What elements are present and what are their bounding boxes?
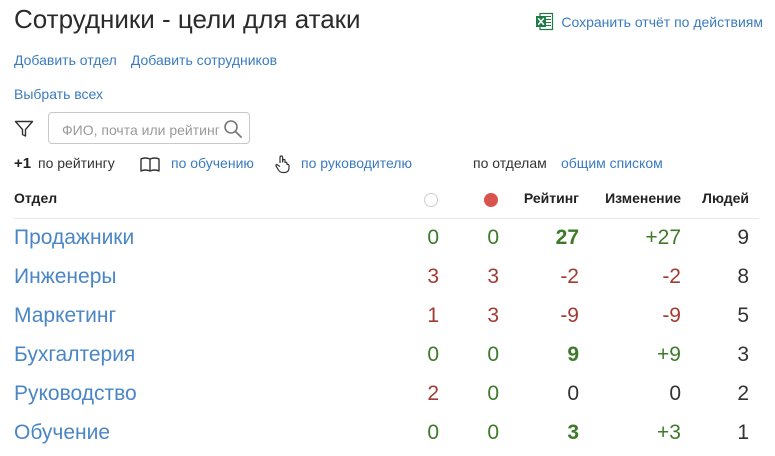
table-row[interactable]: Бухгалтерия 0 0 9 +9 3: [14, 339, 759, 378]
sort-bar: +1 по рейтингу по обучению по руководите…: [14, 155, 764, 175]
table-row[interactable]: Продажники 0 0 27 +27 9: [14, 222, 759, 261]
count-col1: 3: [427, 265, 439, 288]
header-rating[interactable]: Рейтинг: [524, 190, 579, 206]
book-icon: [140, 156, 160, 174]
group-general-list[interactable]: общим списком: [561, 155, 663, 171]
count-col1: 0: [427, 343, 439, 366]
rating-value: 0: [567, 382, 579, 405]
sort-by-rating[interactable]: по рейтингу: [38, 155, 115, 171]
department-name[interactable]: Инженеры: [14, 265, 116, 289]
count-col1: 0: [427, 421, 439, 444]
change-value: -9: [662, 304, 681, 327]
people-count: 1: [737, 421, 749, 444]
department-name[interactable]: Маркетинг: [14, 304, 116, 328]
header-divider: [14, 218, 759, 219]
people-count: 3: [737, 343, 749, 366]
rating-value: -2: [560, 265, 579, 288]
change-value: +27: [645, 226, 681, 249]
hand-pointer-icon: [273, 154, 293, 174]
header-change[interactable]: Изменение: [605, 190, 681, 206]
header-department[interactable]: Отдел: [14, 190, 57, 206]
add-employees-link[interactable]: Добавить сотрудников: [131, 52, 277, 68]
rating-value: -9: [560, 304, 579, 327]
count-col2: 0: [487, 421, 499, 444]
excel-icon: [535, 12, 554, 31]
rating-value: 27: [555, 226, 579, 249]
count-col2: 0: [487, 382, 499, 405]
select-all-link[interactable]: Выбрать всех: [14, 86, 103, 102]
department-name[interactable]: Бухгалтерия: [14, 343, 135, 367]
count-col2: 3: [487, 265, 499, 288]
header-people[interactable]: Людей: [702, 190, 749, 206]
people-count: 8: [737, 265, 749, 288]
department-name[interactable]: Продажники: [14, 226, 134, 250]
sort-by-manager[interactable]: по руководителю: [301, 155, 412, 171]
count-col2: 0: [487, 226, 499, 249]
rating-value: 3: [567, 421, 579, 444]
people-count: 2: [737, 382, 749, 405]
red-dot-icon[interactable]: [484, 193, 498, 207]
table-row[interactable]: Инженеры 3 3 -2 -2 8: [14, 261, 759, 300]
search-input[interactable]: [60, 119, 222, 141]
export-report-label[interactable]: Сохранить отчёт по действиям: [561, 14, 763, 30]
empty-circle-icon[interactable]: [424, 193, 438, 207]
filter-icon[interactable]: [14, 119, 34, 139]
search-icon[interactable]: [223, 119, 243, 139]
people-count: 9: [737, 226, 749, 249]
table-body: Продажники 0 0 27 +27 9 Инженеры 3 3 -2 …: [14, 222, 759, 456]
export-report-link[interactable]: Сохранить отчёт по действиям: [535, 12, 763, 31]
people-count: 5: [737, 304, 749, 327]
table-row[interactable]: Руководство 2 0 0 0 2: [14, 378, 759, 417]
count-col1: 0: [427, 226, 439, 249]
rating-increment: +1: [14, 155, 32, 172]
count-col2: 0: [487, 343, 499, 366]
count-col2: 3: [487, 304, 499, 327]
change-value: +9: [657, 343, 681, 366]
table-row[interactable]: Маркетинг 1 3 -9 -9 5: [14, 300, 759, 339]
count-col1: 1: [427, 304, 439, 327]
table-header: Отдел Рейтинг Изменение Людей: [14, 190, 759, 212]
department-name[interactable]: Руководство: [14, 382, 137, 406]
count-col1: 2: [427, 382, 439, 405]
sort-by-training[interactable]: по обучению: [171, 155, 254, 171]
page-title: Сотрудники - цели для атаки: [14, 4, 361, 34]
action-links: Добавить отдел Добавить сотрудников: [14, 52, 277, 68]
change-value: +3: [657, 421, 681, 444]
search-box: [48, 112, 250, 144]
table-row[interactable]: Обучение 0 0 3 +3 1: [14, 417, 759, 456]
change-value: 0: [669, 382, 681, 405]
group-by-departments[interactable]: по отделам: [473, 155, 547, 171]
department-name[interactable]: Обучение: [14, 421, 110, 445]
add-department-link[interactable]: Добавить отдел: [14, 52, 117, 68]
change-value: -2: [662, 265, 681, 288]
rating-value: 9: [567, 343, 579, 366]
